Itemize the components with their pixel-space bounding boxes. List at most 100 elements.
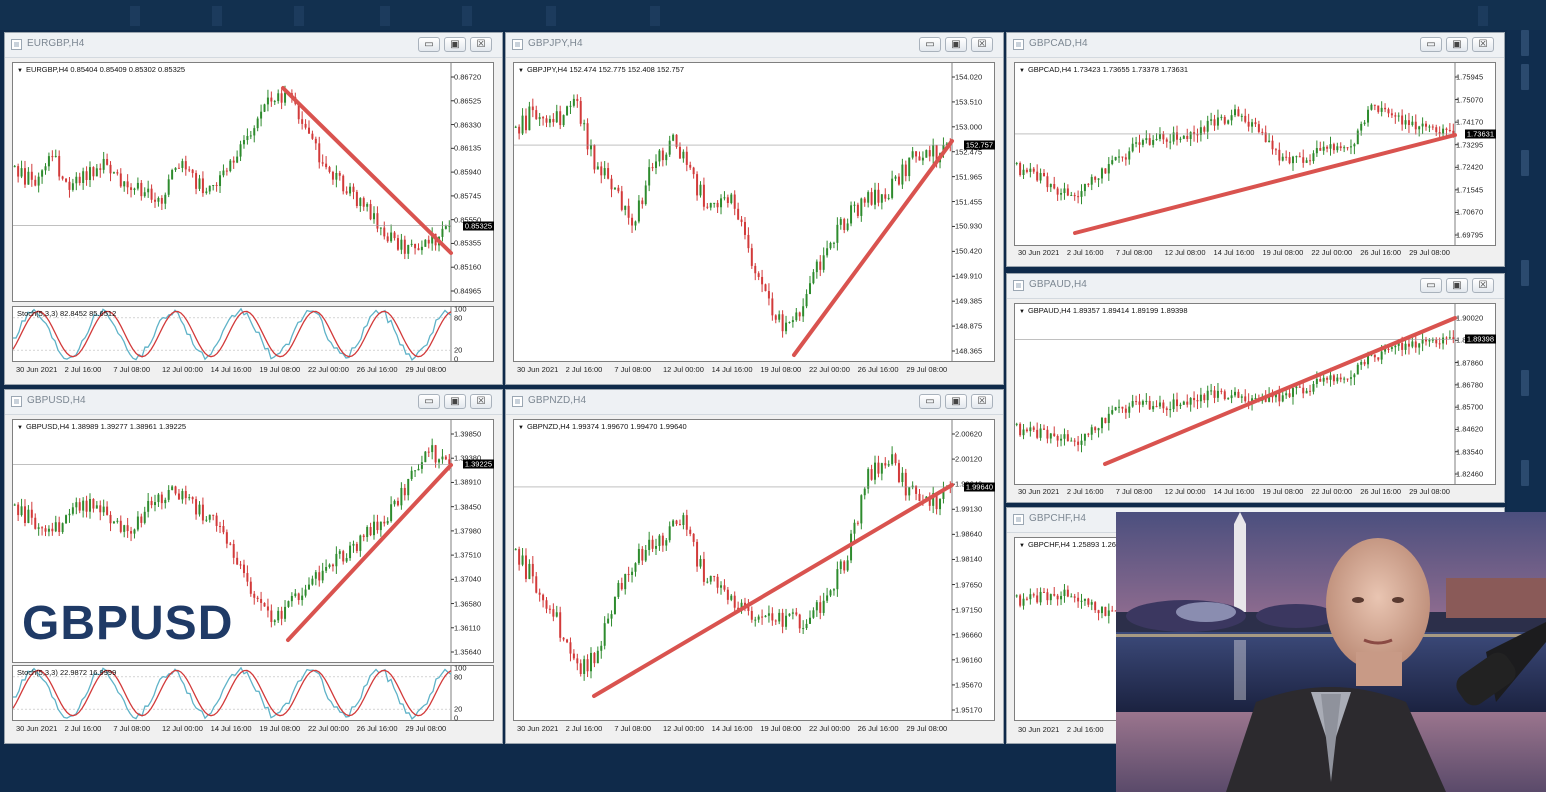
price-axis-label: 1.90020 bbox=[1456, 313, 1484, 323]
close-button[interactable]: ☒ bbox=[470, 37, 492, 52]
price-axis-label: 1.38450 bbox=[454, 502, 482, 512]
minimize-button[interactable]: ▭ bbox=[418, 394, 440, 409]
price-axis-label: 1.96660 bbox=[955, 630, 983, 640]
time-axis-label: 12 Jul 00:00 bbox=[663, 724, 704, 733]
restore-button[interactable]: ▣ bbox=[444, 37, 466, 52]
restore-button[interactable]: ▣ bbox=[945, 37, 967, 52]
time-axis-label: 7 Jul 08:00 bbox=[614, 365, 652, 374]
close-button[interactable]: ☒ bbox=[1472, 37, 1494, 52]
time-axis-label: 29 Jul 08:00 bbox=[1409, 487, 1450, 496]
time-axis-label: 12 Jul 08:00 bbox=[1164, 248, 1206, 257]
window-title: GBPUSD,H4 bbox=[27, 395, 86, 406]
price-axis-label: 1.97650 bbox=[955, 580, 983, 590]
toolbar-tick bbox=[212, 6, 222, 26]
price-pane[interactable]: ▼ EURGBP,H4 0.85404 0.85409 0.85302 0.853… bbox=[12, 62, 494, 302]
minimize-button[interactable]: ▭ bbox=[1420, 278, 1442, 293]
collapse-triangle-icon: ▼ bbox=[1019, 543, 1025, 549]
time-axis-label: 26 Jul 16:00 bbox=[1360, 248, 1402, 257]
price-axis-label: 0.86330 bbox=[454, 120, 482, 130]
price-axis-label: 1.99130 bbox=[955, 504, 983, 514]
stochastic-pane[interactable]: Stoch(5,3,3) 82.8452 85.6512 100 80 20 0 bbox=[12, 305, 494, 363]
time-axis-label: 14 Jul 16:00 bbox=[711, 365, 753, 374]
price-axis-label: 0.85745 bbox=[454, 191, 482, 201]
time-axis: 30 Jun 2021 2 Jul 16:00 7 Jul 08:00 12 Jul … bbox=[513, 723, 995, 735]
time-axis-label: 12 Jul 00:00 bbox=[162, 365, 203, 374]
collapse-triangle-icon: ▼ bbox=[17, 68, 23, 74]
price-pane[interactable]: ▼ GBPNZD,H4 1.99374 1.99670 1.99470 1.996… bbox=[513, 419, 995, 721]
toolbar-tick bbox=[462, 6, 472, 26]
close-button[interactable]: ☒ bbox=[971, 37, 993, 52]
toolbar-tick bbox=[380, 6, 390, 26]
restore-button[interactable]: ▣ bbox=[444, 394, 466, 409]
chart-info-line: ▼ GBPJPY,H4 152.474 152.775 152.408 152.7… bbox=[518, 65, 684, 74]
chart-window-gbpcad[interactable]: GBPCAD,H4 ▭ ▣ ☒ ▼ GBPCAD,H4 1.73423 1.736… bbox=[1006, 32, 1505, 267]
collapse-triangle-icon: ▼ bbox=[1019, 68, 1025, 74]
chart-info-line: ▼ GBPNZD,H4 1.99374 1.99670 1.99470 1.996… bbox=[518, 422, 687, 431]
window-titlebar[interactable]: GBPJPY,H4 ▭ ▣ ☒ bbox=[506, 33, 1003, 58]
window-titlebar[interactable]: GBPCAD,H4 ▭ ▣ ☒ bbox=[1007, 33, 1504, 58]
close-button[interactable]: ☒ bbox=[470, 394, 492, 409]
price-axis-label: 1.70670 bbox=[1456, 207, 1484, 217]
time-axis-label: 29 Jul 08:00 bbox=[906, 724, 948, 733]
price-axis-label: 148.875 bbox=[955, 321, 983, 331]
time-axis: 30 Jun 2021 2 Jul 16:00 7 Jul 08:00 12 Jul … bbox=[513, 364, 995, 376]
price-pane[interactable]: ▼ GBPJPY,H4 152.474 152.775 152.408 152.7… bbox=[513, 62, 995, 362]
restore-button[interactable]: ▣ bbox=[945, 394, 967, 409]
time-axis-label: 14 Jul 16:00 bbox=[210, 724, 252, 733]
price-axis-label: 1.37040 bbox=[454, 574, 482, 584]
chart-window-gbpnzd[interactable]: GBPNZD,H4 ▭ ▣ ☒ ▼ GBPNZD,H4 1.99374 1.996… bbox=[505, 389, 1004, 744]
current-price-badge: 1.89398 bbox=[1464, 334, 1496, 344]
close-button[interactable]: ☒ bbox=[971, 394, 993, 409]
scroll-segment bbox=[1521, 460, 1529, 486]
price-axis-label: 154.020 bbox=[955, 72, 983, 82]
collapse-triangle-icon: ▼ bbox=[1019, 309, 1025, 315]
collapse-triangle-icon: ▼ bbox=[17, 425, 23, 431]
stochastic-label: Stoch(5,3,3) 82.8452 85.6512 bbox=[17, 309, 117, 318]
time-axis-label: 19 Jul 08:00 bbox=[1262, 248, 1304, 257]
price-chart bbox=[514, 420, 955, 720]
time-axis-label: 14 Jul 16:00 bbox=[210, 365, 252, 374]
minimize-button[interactable]: ▭ bbox=[1420, 37, 1442, 52]
price-axis-label: 2.00620 bbox=[955, 429, 983, 439]
restore-button[interactable]: ▣ bbox=[1446, 278, 1468, 293]
time-axis-label: 30 Jun 2021 bbox=[1018, 487, 1060, 496]
minimize-button[interactable]: ▭ bbox=[919, 37, 941, 52]
chart-window-eurgbp[interactable]: EURGBP,H4 ▭ ▣ ☒ ▼ EURGBP,H4 0.85404 0.854… bbox=[4, 32, 503, 385]
collapse-triangle-icon: ▼ bbox=[518, 68, 524, 74]
close-button[interactable]: ☒ bbox=[1472, 278, 1494, 293]
price-axis-label: 1.95170 bbox=[955, 705, 983, 715]
chart-window-icon bbox=[1013, 39, 1024, 50]
chart-info-line: ▼ GBPUSD,H4 1.38989 1.39277 1.38961 1.392… bbox=[17, 422, 186, 431]
price-axis-label: 1.37510 bbox=[454, 550, 482, 560]
time-axis-label: 30 Jun 2021 bbox=[16, 724, 58, 733]
chart-info-line: ▼ EURGBP,H4 0.85404 0.85409 0.85302 0.853… bbox=[17, 65, 185, 74]
chart-window-gbpjpy[interactable]: GBPJPY,H4 ▭ ▣ ☒ ▼ GBPJPY,H4 152.474 152.7… bbox=[505, 32, 1004, 385]
price-axis-label: 153.510 bbox=[955, 97, 983, 107]
window-titlebar[interactable]: GBPAUD,H4 ▭ ▣ ☒ bbox=[1007, 274, 1504, 299]
window-titlebar[interactable]: GBPNZD,H4 ▭ ▣ ☒ bbox=[506, 390, 1003, 415]
time-axis-label: 22 Jul 00:00 bbox=[308, 365, 349, 374]
price-axis-label: 0.85355 bbox=[454, 238, 482, 248]
price-pane[interactable]: ▼ GBPCAD,H4 1.73423 1.73655 1.73378 1.736… bbox=[1014, 62, 1496, 246]
ohlc-readout: GBPCHF,H4 1.25893 1.26 bbox=[1027, 540, 1116, 549]
price-axis-label: 153.000 bbox=[955, 122, 983, 132]
ohlc-readout: EURGBP,H4 0.85404 0.85409 0.85302 0.8532… bbox=[25, 65, 186, 74]
minimize-button[interactable]: ▭ bbox=[919, 394, 941, 409]
price-pane[interactable]: ▼ GBPAUD,H4 1.89357 1.89414 1.89199 1.893… bbox=[1014, 303, 1496, 485]
price-axis-label: 149.910 bbox=[955, 271, 983, 281]
chart-window-gbpusd[interactable]: GBPUSD,H4 ▭ ▣ ☒ ▼ GBPUSD,H4 1.38989 1.392… bbox=[4, 389, 503, 744]
window-titlebar[interactable]: GBPUSD,H4 ▭ ▣ ☒ bbox=[5, 390, 502, 415]
chart-window-gbpaud[interactable]: GBPAUD,H4 ▭ ▣ ☒ ▼ GBPAUD,H4 1.89357 1.894… bbox=[1006, 273, 1505, 503]
window-titlebar[interactable]: EURGBP,H4 ▭ ▣ ☒ bbox=[5, 33, 502, 58]
time-axis-label: 12 Jul 00:00 bbox=[1164, 487, 1206, 496]
restore-button[interactable]: ▣ bbox=[1446, 37, 1468, 52]
stochastic-pane[interactable]: Stoch(5,3,3) 22.9872 16.9999 100 80 20 0 bbox=[12, 664, 494, 722]
scroll-segment bbox=[1521, 260, 1529, 286]
minimize-button[interactable]: ▭ bbox=[418, 37, 440, 52]
time-axis-label: 7 Jul 08:00 bbox=[113, 365, 151, 374]
time-axis-label: 2 Jul 16:00 bbox=[1066, 248, 1104, 257]
chart-window-icon bbox=[512, 39, 523, 50]
price-axis-label: 1.84620 bbox=[1456, 424, 1484, 434]
current-price-badge: 152.757 bbox=[963, 140, 995, 150]
price-axis-label: 1.75070 bbox=[1456, 95, 1484, 105]
